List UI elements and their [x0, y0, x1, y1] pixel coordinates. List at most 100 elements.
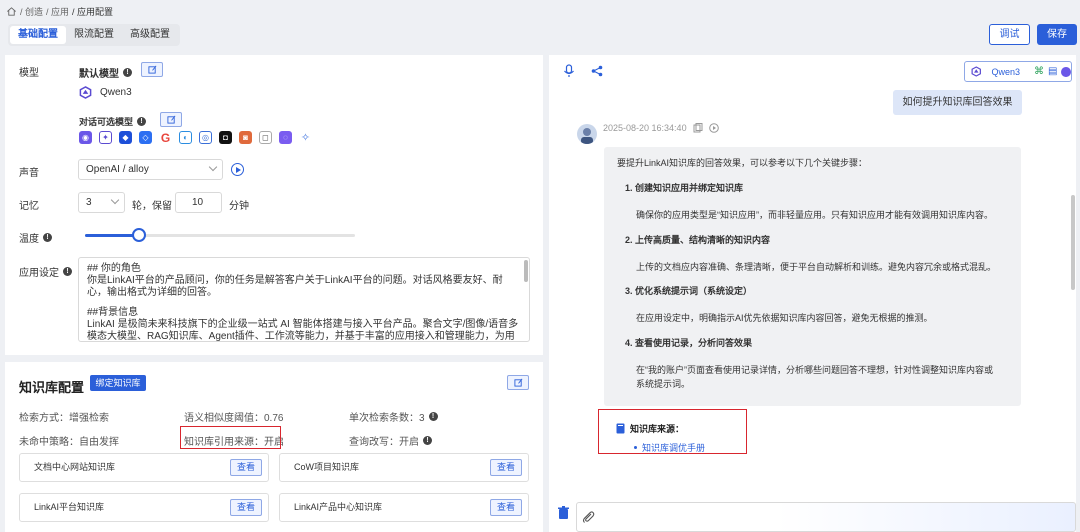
knowledge-card: 文档中心网站知识库 查看 [19, 453, 269, 482]
model-switch-badge[interactable]: Qwen3 ⌘ ▤ [964, 61, 1072, 82]
view-button[interactable]: 查看 [230, 499, 262, 516]
prompt-line: ## 你的角色 [87, 263, 141, 274]
avatar [577, 124, 597, 144]
model-logo-icon: ◻ [259, 131, 272, 144]
model-logo-icon: ◌ [279, 131, 292, 144]
knowledge-card: LinkAI平台知识库 查看 [19, 493, 269, 522]
share-icon[interactable] [591, 65, 603, 77]
copy-icon[interactable] [693, 123, 703, 133]
edit-optional-models-button[interactable] [160, 112, 182, 127]
model-logo-icon: ◐ [179, 131, 192, 144]
chat-scrollbar[interactable] [1071, 195, 1075, 290]
trash-icon[interactable] [557, 506, 570, 520]
chat-input[interactable] [576, 502, 1076, 532]
miss-strategy: 未命中策略：自由发挥 [19, 437, 119, 448]
tab-advanced-config[interactable]: 高级配置 [122, 26, 178, 44]
knowledge-source-label: 知识库来源： [616, 422, 684, 435]
message-timestamp: 2025-08-20 16:34:40 [603, 123, 719, 133]
knowledge-source-link[interactable]: 知识库调优手册 [634, 441, 705, 454]
answer-step-title: 3. 优化系统提示词（系统设定） [625, 286, 753, 296]
microphone-icon[interactable] [563, 64, 575, 78]
prompt-textarea[interactable]: ## 你的角色 你是LinkAI平台的产品顾问，你的任务是解答客户关于LinkA… [78, 257, 530, 342]
temperature-slider-fill [85, 234, 139, 237]
chevron-down-icon [208, 162, 218, 172]
prompt-label: 应用设定! [19, 264, 72, 279]
info-icon[interactable]: ! [43, 233, 52, 242]
temperature-slider-track[interactable] [85, 234, 355, 237]
bot-avatar-icon [581, 128, 593, 144]
edit-icon [147, 65, 156, 74]
attachment-icon[interactable] [582, 511, 595, 524]
debug-button[interactable]: 调试 [989, 24, 1030, 45]
info-icon[interactable]: ! [123, 68, 132, 77]
edit-icon [513, 378, 522, 387]
voice-select[interactable]: OpenAI / alloy [78, 159, 223, 180]
qwen-logo-icon [971, 66, 981, 77]
save-button[interactable]: 保存 [1037, 24, 1077, 45]
default-model-value: Qwen3 [79, 86, 132, 99]
model-logo-icon: ◙ [239, 131, 252, 144]
model-logo-icon: ◉ [79, 131, 92, 144]
play-icon[interactable] [708, 123, 719, 133]
knowledge-card: LinkAI产品中心知识库 查看 [279, 493, 529, 522]
answer-step-text: 确保你的应用类型是“知识应用”，而非轻量应用。只有知识应用才能有效调用知识库内容… [636, 210, 993, 220]
similarity-threshold: 语义相似度阈值：0.76 [184, 413, 284, 424]
workflow-icon [1061, 66, 1071, 77]
deepseek-logo-icon: ✧ [299, 131, 312, 144]
bind-knowledge-button[interactable]: 绑定知识库 [90, 375, 146, 391]
breadcrumb-apps[interactable]: / 应用 [46, 5, 69, 18]
assistant-answer: 要提升LinkAI知识库的回答效果，可以参考以下几个关键步骤： 1. 创建知识应… [604, 147, 1021, 406]
view-button[interactable]: 查看 [490, 499, 522, 516]
knowledge-config-title: 知识库配置 [19, 380, 85, 395]
voice-label: 声音 [19, 168, 39, 179]
prompt-line: 你是LinkAI平台的产品顾问，你的任务是解答客户关于LinkAI平台的问题。对… [87, 275, 503, 298]
answer-step-title: 2. 上传高质量、结构清晰的知识内容 [625, 235, 771, 245]
default-model-label: 默认模型! [79, 65, 132, 80]
info-icon[interactable]: ! [428, 412, 438, 421]
model-logo-icon: ◆ [119, 131, 132, 144]
memory-label: 记忆 [19, 201, 39, 212]
citation-source-highlight [180, 426, 281, 449]
book-icon [616, 423, 625, 434]
view-button[interactable]: 查看 [490, 459, 522, 476]
optional-model-logos: ◉ ✦ ◆ ◇ G ◐ ◎ ◘ ◙ ◻ ◌ ✧ [79, 130, 312, 145]
breadcrumb: / 创造 / 应用 / 应用配置 [6, 4, 113, 18]
temperature-slider-thumb[interactable] [132, 228, 146, 242]
info-icon[interactable]: ! [63, 267, 72, 276]
memory-rounds-select[interactable]: 3 [78, 192, 125, 213]
edit-icon [166, 115, 175, 124]
user-message: 如何提升知识库回答效果 [893, 90, 1022, 115]
query-rewrite: 查询改写：开启! [349, 433, 432, 448]
info-icon[interactable]: ! [423, 436, 432, 445]
qwen-logo-icon: ✦ [99, 131, 112, 144]
knowledge-icon: ▤ [1048, 66, 1058, 77]
play-voice-icon[interactable] [231, 163, 244, 176]
answer-step-title: 1. 创建知识应用并绑定知识库 [625, 183, 744, 193]
info-icon[interactable]: ! [137, 117, 147, 126]
breadcrumb-create[interactable]: / 创造 [20, 5, 43, 18]
breadcrumb-app-config: / 应用配置 [72, 6, 114, 17]
knowledge-card: CoW项目知识库 查看 [279, 453, 529, 482]
prompt-line [87, 299, 521, 307]
memory-minutes-input[interactable]: 10 [175, 192, 222, 213]
google-logo-icon: G [159, 130, 172, 145]
retrieval-mode: 检索方式：增强检索 [19, 413, 109, 424]
tab-basic-config[interactable]: 基础配置 [10, 26, 66, 44]
retrieval-count: 单次检索条数：3! [349, 409, 438, 424]
prompt-line: ##背景信息 [87, 307, 139, 318]
model-logo-icon: ◇ [139, 131, 152, 144]
edit-default-model-button[interactable] [141, 62, 163, 77]
view-button[interactable]: 查看 [230, 459, 262, 476]
optional-models-label: 对话可选模型! [79, 115, 147, 128]
model-label: 模型 [19, 68, 39, 79]
memory-rounds-unit: 轮，保留 [132, 201, 172, 212]
tab-rate-limit-config[interactable]: 限流配置 [66, 26, 122, 44]
prompt-scrollbar[interactable] [524, 260, 528, 282]
chevron-down-icon [110, 195, 120, 205]
edit-knowledge-button[interactable] [507, 375, 529, 390]
answer-step-title: 4. 查看使用记录，分析问答效果 [625, 338, 753, 348]
answer-step-text: 上传的文档应内容准确、条理清晰，便于平台自动解析和训练。避免内容冗余或格式混乱。 [636, 262, 997, 272]
model-logo-icon: ◎ [199, 131, 212, 144]
home-icon[interactable] [6, 6, 17, 17]
answer-intro: 要提升LinkAI知识库的回答效果，可以参考以下几个关键步骤： [617, 158, 868, 168]
